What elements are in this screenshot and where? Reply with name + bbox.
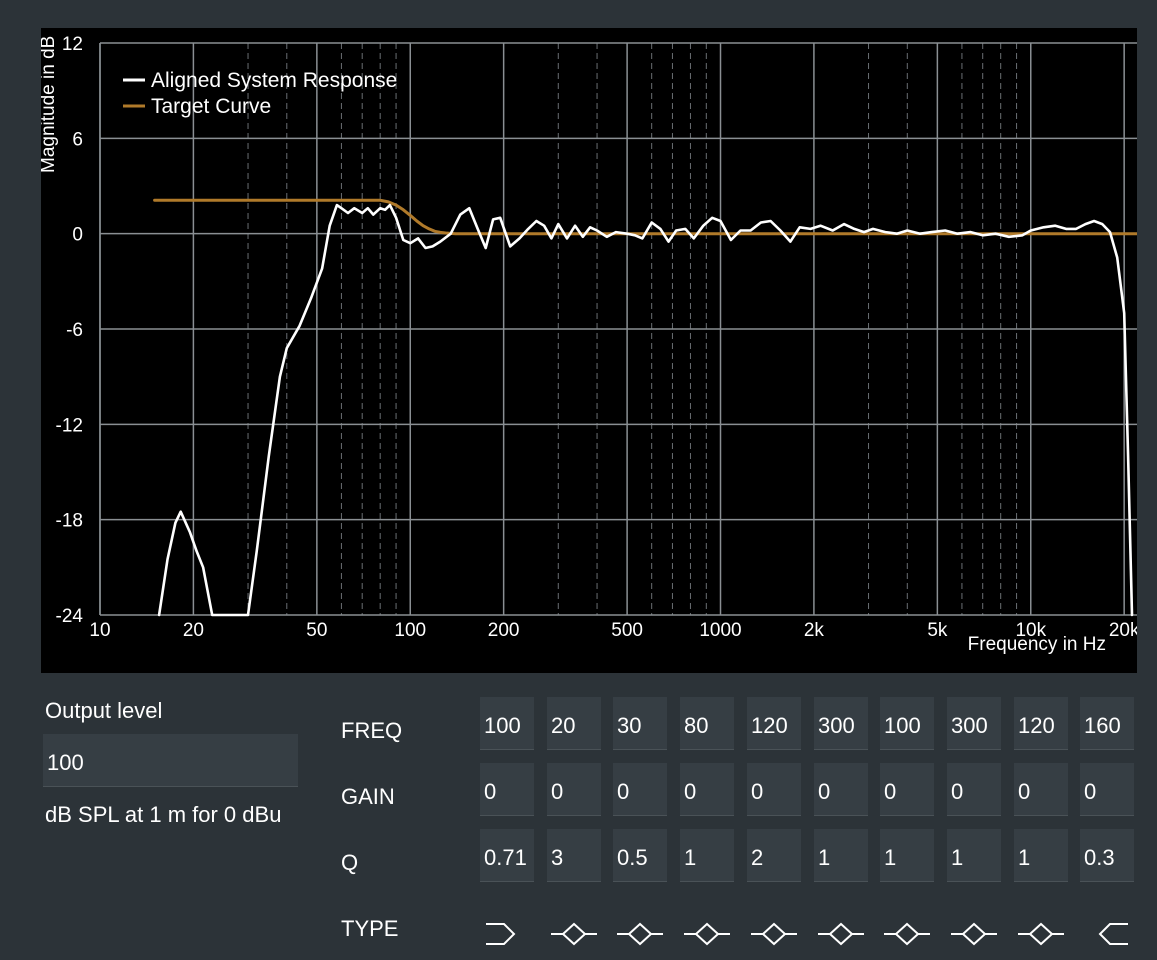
y-tick-label: 0 — [72, 225, 83, 246]
band-3-gain-input[interactable] — [613, 763, 667, 816]
band-4-gain-input[interactable] — [680, 763, 734, 816]
band-1-gain-input[interactable] — [480, 763, 534, 816]
output-level-label: Output level — [45, 698, 163, 723]
y-tick-label: -6 — [66, 320, 83, 341]
x-tick-label: 500 — [611, 620, 643, 641]
band-4-freq-input[interactable] — [680, 697, 734, 750]
band-3-bell-icon[interactable] — [613, 910, 667, 950]
gain-row-label: GAIN — [341, 784, 395, 809]
band-6-gain-input[interactable] — [814, 763, 868, 816]
x-tick-label: 100 — [394, 620, 426, 641]
band-3-q-input[interactable] — [613, 829, 667, 882]
band-10-gain-input[interactable] — [1080, 763, 1134, 816]
target-curve-line — [153, 198, 1137, 236]
aligned-response-line — [157, 203, 1134, 617]
legend-entry: Aligned System Response — [151, 69, 397, 92]
x-tick-label: 20 — [183, 620, 204, 641]
band-7-freq-input[interactable] — [880, 697, 934, 750]
x-tick-label: 2k — [804, 620, 825, 641]
legend-entry: Target Curve — [151, 95, 271, 118]
y-tick-label: 12 — [62, 34, 83, 55]
q-row-label: Q — [341, 850, 359, 875]
band-6-freq-input[interactable] — [814, 697, 868, 750]
x-tick-label: 50 — [306, 620, 327, 641]
band-3-freq-input[interactable] — [613, 697, 667, 750]
band-9-gain-input[interactable] — [1014, 763, 1068, 816]
band-8-gain-input[interactable] — [947, 763, 1001, 816]
band-10-low-pass-icon[interactable] — [1080, 910, 1134, 950]
output-level-section: Output level dB SPL at 1 m for 0 dBu — [43, 698, 305, 827]
band-4-q-input[interactable] — [680, 829, 734, 882]
type-row-label: TYPE — [341, 916, 399, 941]
x-tick-label: 10 — [89, 620, 110, 641]
band-10-freq-input[interactable] — [1080, 697, 1134, 750]
band-8-freq-input[interactable] — [947, 697, 1001, 750]
y-axis-title: Magnitude in dB — [41, 36, 59, 173]
band-1-q-input[interactable] — [480, 829, 534, 882]
y-tick-label: 6 — [72, 129, 83, 150]
band-8-bell-icon[interactable] — [947, 910, 1001, 950]
band-5-gain-input[interactable] — [747, 763, 801, 816]
x-tick-label: 5k — [927, 620, 948, 641]
band-4-bell-icon[interactable] — [680, 910, 734, 950]
band-9-q-input[interactable] — [1014, 829, 1068, 882]
band-1-high-pass-icon[interactable] — [480, 910, 534, 950]
band-7-gain-input[interactable] — [880, 763, 934, 816]
output-level-input[interactable] — [43, 734, 298, 787]
frequency-response-chart: 10 20 50 100 200 500 1000 2k 5k 10k 20k 12 6 0 -6 -12 -1… — [41, 28, 1137, 673]
x-tick-label: 1000 — [699, 620, 741, 641]
band-6-q-input[interactable] — [814, 829, 868, 882]
band-5-freq-input[interactable] — [747, 697, 801, 750]
freq-row-label: FREQ — [341, 718, 403, 743]
x-axis-title: Frequency in Hz — [968, 634, 1106, 655]
y-tick-label: -18 — [56, 511, 83, 532]
band-7-bell-icon[interactable] — [880, 910, 934, 950]
band-9-freq-input[interactable] — [1014, 697, 1068, 750]
band-9-bell-icon[interactable] — [1014, 910, 1068, 950]
x-tick-label: 20k — [1109, 620, 1137, 641]
band-2-gain-input[interactable] — [547, 763, 601, 816]
band-1-freq-input[interactable] — [480, 697, 534, 750]
x-tick-label: 200 — [488, 620, 520, 641]
band-8-q-input[interactable] — [947, 829, 1001, 882]
band-5-bell-icon[interactable] — [747, 910, 801, 950]
band-2-bell-icon[interactable] — [547, 910, 601, 950]
chart-svg: 10 20 50 100 200 500 1000 2k 5k 10k 20k1260-6-12-1… — [41, 34, 1137, 655]
band-2-q-input[interactable] — [547, 829, 601, 882]
output-level-unit: dB SPL at 1 m for 0 dBu — [45, 802, 282, 827]
band-2-freq-input[interactable] — [547, 697, 601, 750]
y-tick-label: -12 — [56, 415, 83, 436]
y-tick-label: -24 — [56, 606, 84, 627]
band-10-q-input[interactable] — [1080, 829, 1134, 882]
band-6-bell-icon[interactable] — [814, 910, 868, 950]
band-5-q-input[interactable] — [747, 829, 801, 882]
band-7-q-input[interactable] — [880, 829, 934, 882]
